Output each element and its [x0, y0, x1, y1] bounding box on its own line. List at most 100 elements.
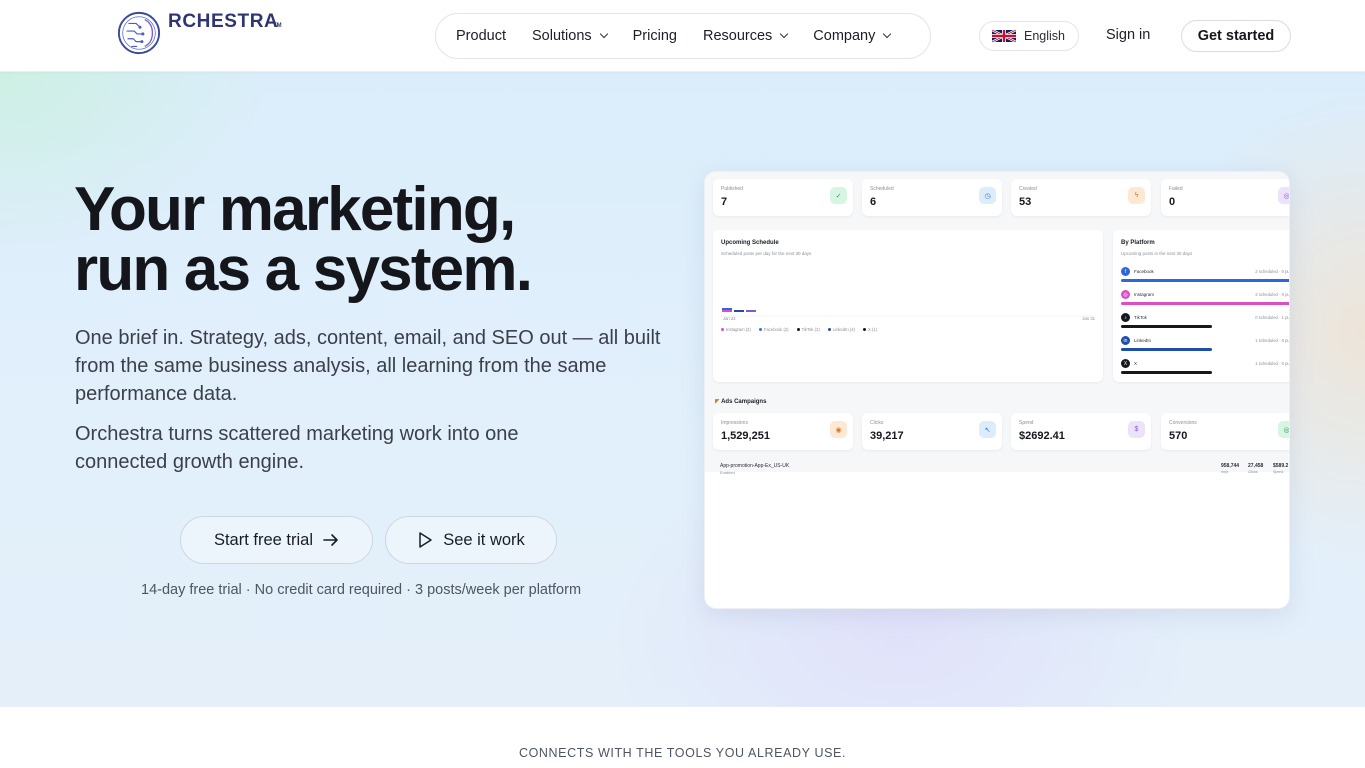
- brand-logo[interactable]: RCHESTRA: [115, 10, 278, 56]
- platform-name: X: [1134, 361, 1138, 366]
- platform-stat: 1 scheduled · 0 published: [1255, 361, 1290, 366]
- schedule-mini-chart: [721, 308, 1093, 317]
- legend-item: Facebook (2): [758, 327, 789, 332]
- uk-flag-icon: [992, 29, 1016, 43]
- stat-value: 570: [1169, 430, 1188, 442]
- stat-label: Failed: [1169, 186, 1183, 192]
- campaign-impressions-label: Impr.: [1221, 470, 1229, 474]
- platform-row-instagram[interactable]: ◎ Instagram 2 scheduled · 0 published: [1121, 290, 1290, 308]
- schedule-legend: Instagram (2) Facebook (2) TikTok (2) Linke…: [721, 327, 885, 332]
- platform-stat: 2 scheduled · 0 published: [1255, 292, 1290, 297]
- platform-name: Facebook: [1134, 269, 1154, 274]
- sign-in-link[interactable]: Sign in: [1106, 27, 1150, 43]
- stat-card-impressions: Impressions 1,529,251 ◉: [713, 413, 853, 450]
- campaign-spend: $589.2: [1273, 463, 1289, 469]
- nav-item-resources[interactable]: Resources: [703, 28, 789, 44]
- stat-card-failed: Failed 0 ◎: [1161, 179, 1289, 216]
- campaign-row[interactable]: App-promotion-App-Ex_US-UK Enabled 958,7…: [720, 463, 1289, 477]
- see-it-work-button[interactable]: See it work: [385, 516, 557, 564]
- legend-label: TikTok (2): [801, 327, 820, 332]
- schedule-title: Upcoming Schedule: [721, 240, 779, 246]
- nav-label-company: Company: [813, 28, 876, 44]
- brand-wordmark: RCHESTRA: [168, 11, 279, 32]
- campaign-status: Enabled: [720, 470, 735, 475]
- trial-fineprint: 14-day free trial · No credit card requi…: [141, 582, 582, 598]
- stat-card-clicks: Clicks 39,217 ↖: [862, 413, 1002, 450]
- platform-stat: 2 scheduled · 0 published: [1255, 269, 1290, 274]
- dashboard-preview: Published 7 ✓ Scheduled 6 ◷ Created 53 ϟ Failed 0 ◎…: [704, 171, 1290, 609]
- megaphone-icon: ◤: [715, 399, 720, 405]
- activity-icon: ϟ: [1128, 187, 1145, 204]
- schedule-axis-start: Jan 22: [723, 316, 736, 321]
- site-header: RCHESTRA TM Product Solutions Pricing Resou…: [0, 0, 1365, 72]
- tiktok-icon: ♪: [1121, 313, 1130, 322]
- get-started-button[interactable]: Get started: [1181, 20, 1291, 52]
- legend-item: X (1): [862, 327, 878, 332]
- check-circle-icon: ✓: [830, 187, 847, 204]
- see-it-work-label: See it work: [443, 530, 525, 549]
- stat-value: 6: [870, 196, 877, 208]
- ads-campaigns-label: Ads Campaigns: [721, 399, 767, 405]
- nav-item-company[interactable]: Company: [813, 28, 892, 44]
- campaign-clicks-label: Clicks: [1248, 470, 1258, 474]
- target-icon: ◎: [1278, 421, 1289, 438]
- alert-icon: ◎: [1278, 187, 1289, 204]
- campaign-impressions: 958,744: [1221, 463, 1240, 469]
- campaign-name: App-promotion-App-Ex_US-UK: [720, 463, 790, 469]
- platform-name: TikTok: [1134, 315, 1147, 320]
- legend-dot: [721, 328, 724, 331]
- platform-progress-bar: [1121, 348, 1212, 351]
- language-selector[interactable]: English: [979, 21, 1079, 51]
- start-free-trial-label: Start free trial: [213, 530, 314, 549]
- schedule-axis-end: Jan 31: [1082, 316, 1095, 321]
- integrations-heading: CONNECTS WITH THE TOOLS YOU ALREADY USE.: [518, 746, 847, 760]
- hero-section: Your marketing, run as a system. One bri…: [0, 72, 1365, 707]
- legend-item: LinkedIn (4): [827, 327, 855, 332]
- chevron-down-icon: [780, 29, 789, 39]
- platform-row-linkedin[interactable]: in LinkedIn 1 scheduled · 0 published: [1121, 336, 1290, 354]
- platform-progress-bar: [1121, 371, 1212, 374]
- platform-stat: 0 scheduled · 1 published: [1255, 315, 1290, 320]
- legend-label: Instagram (2): [726, 327, 751, 332]
- start-free-trial-button[interactable]: Start free trial: [180, 516, 373, 564]
- schedule-subtitle: Scheduled posts per day for the next 30 …: [721, 251, 812, 256]
- platform-stat: 1 scheduled · 0 published: [1255, 338, 1290, 343]
- by-platform-panel: By Platform Upcoming posts in the next 3…: [1113, 230, 1290, 382]
- platform-row-facebook[interactable]: f Facebook 2 scheduled · 0 published: [1121, 267, 1290, 285]
- platform-row-x[interactable]: XX 1 scheduled · 0 published: [1121, 359, 1290, 377]
- stat-label: Scheduled: [870, 186, 894, 192]
- stat-card-spend: Spend $2692.41 $: [1011, 413, 1151, 450]
- nav-item-pricing[interactable]: Pricing: [633, 28, 677, 44]
- stat-value: 1,529,251: [721, 430, 770, 442]
- nav-item-solutions[interactable]: Solutions: [531, 28, 608, 44]
- legend-label: X (1): [867, 327, 878, 332]
- campaign-spend-label: Spend: [1273, 470, 1284, 474]
- stat-label: Clicks: [870, 420, 884, 426]
- stat-label: Published: [721, 186, 743, 192]
- stat-card-scheduled: Scheduled 6 ◷: [862, 179, 1002, 216]
- chevron-down-icon: [883, 29, 892, 39]
- platform-progress-bar: [1121, 279, 1289, 282]
- ads-campaigns-title: ◤ Ads Campaigns: [715, 398, 766, 405]
- dollar-icon: $: [1128, 421, 1145, 438]
- stat-label: Conversions: [1169, 420, 1197, 426]
- legend-label: LinkedIn (4): [832, 327, 855, 332]
- stat-value: $2692.41: [1019, 430, 1065, 442]
- stat-value: 53: [1019, 196, 1032, 208]
- trademark-mark: TM: [273, 23, 282, 29]
- stat-value: 7: [721, 196, 728, 208]
- platform-name: LinkedIn: [1134, 338, 1152, 343]
- nav-label-solutions: Solutions: [531, 28, 592, 44]
- hero-headline: Your marketing, run as a system.: [74, 179, 533, 301]
- upcoming-schedule-panel: Upcoming Schedule Scheduled posts per da…: [713, 230, 1103, 382]
- instagram-icon: ◎: [1121, 290, 1130, 299]
- stat-value: 0: [1169, 196, 1176, 208]
- stat-value: 39,217: [870, 430, 904, 442]
- headline-line-2: run as a system.: [74, 235, 533, 304]
- legend-item: Instagram (2): [721, 327, 751, 332]
- platform-row-tiktok[interactable]: ♪ TikTok 0 scheduled · 1 published: [1121, 313, 1290, 331]
- chevron-down-icon: [599, 29, 608, 39]
- nav-item-product[interactable]: Product: [456, 28, 506, 44]
- campaign-clicks: 27,458: [1248, 463, 1264, 469]
- platform-progress-bar: [1121, 325, 1212, 328]
